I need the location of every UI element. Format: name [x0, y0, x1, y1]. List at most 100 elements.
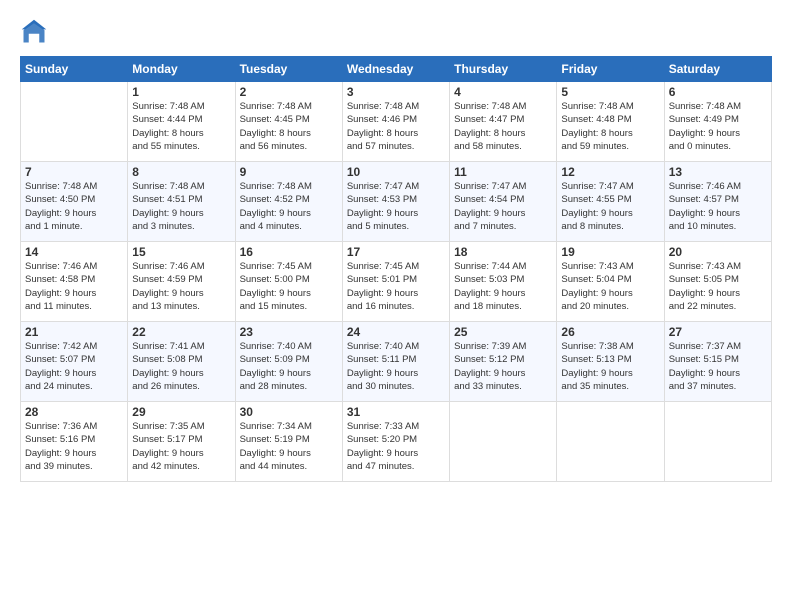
calendar-cell — [21, 82, 128, 162]
cell-content: Sunrise: 7:47 AM Sunset: 4:55 PM Dayligh… — [561, 180, 659, 233]
day-number: 3 — [347, 85, 445, 99]
calendar-cell: 1Sunrise: 7:48 AM Sunset: 4:44 PM Daylig… — [128, 82, 235, 162]
calendar-cell: 17Sunrise: 7:45 AM Sunset: 5:01 PM Dayli… — [342, 242, 449, 322]
calendar-cell: 22Sunrise: 7:41 AM Sunset: 5:08 PM Dayli… — [128, 322, 235, 402]
day-number: 21 — [25, 325, 123, 339]
calendar-header: SundayMondayTuesdayWednesdayThursdayFrid… — [21, 57, 772, 82]
week-row-4: 28Sunrise: 7:36 AM Sunset: 5:16 PM Dayli… — [21, 402, 772, 482]
calendar-cell: 27Sunrise: 7:37 AM Sunset: 5:15 PM Dayli… — [664, 322, 771, 402]
day-header-sunday: Sunday — [21, 57, 128, 82]
calendar-cell — [450, 402, 557, 482]
calendar-cell: 23Sunrise: 7:40 AM Sunset: 5:09 PM Dayli… — [235, 322, 342, 402]
cell-content: Sunrise: 7:48 AM Sunset: 4:44 PM Dayligh… — [132, 100, 230, 153]
day-number: 17 — [347, 245, 445, 259]
calendar-cell: 2Sunrise: 7:48 AM Sunset: 4:45 PM Daylig… — [235, 82, 342, 162]
calendar-cell: 31Sunrise: 7:33 AM Sunset: 5:20 PM Dayli… — [342, 402, 449, 482]
day-header-thursday: Thursday — [450, 57, 557, 82]
day-number: 7 — [25, 165, 123, 179]
day-number: 18 — [454, 245, 552, 259]
calendar-cell: 30Sunrise: 7:34 AM Sunset: 5:19 PM Dayli… — [235, 402, 342, 482]
cell-content: Sunrise: 7:40 AM Sunset: 5:11 PM Dayligh… — [347, 340, 445, 393]
cell-content: Sunrise: 7:48 AM Sunset: 4:47 PM Dayligh… — [454, 100, 552, 153]
day-number: 6 — [669, 85, 767, 99]
calendar-cell: 10Sunrise: 7:47 AM Sunset: 4:53 PM Dayli… — [342, 162, 449, 242]
day-number: 22 — [132, 325, 230, 339]
day-number: 28 — [25, 405, 123, 419]
cell-content: Sunrise: 7:43 AM Sunset: 5:04 PM Dayligh… — [561, 260, 659, 313]
day-number: 13 — [669, 165, 767, 179]
day-number: 23 — [240, 325, 338, 339]
day-header-tuesday: Tuesday — [235, 57, 342, 82]
day-number: 27 — [669, 325, 767, 339]
cell-content: Sunrise: 7:46 AM Sunset: 4:57 PM Dayligh… — [669, 180, 767, 233]
cell-content: Sunrise: 7:47 AM Sunset: 4:54 PM Dayligh… — [454, 180, 552, 233]
day-number: 26 — [561, 325, 659, 339]
calendar-cell: 5Sunrise: 7:48 AM Sunset: 4:48 PM Daylig… — [557, 82, 664, 162]
day-number: 19 — [561, 245, 659, 259]
cell-content: Sunrise: 7:43 AM Sunset: 5:05 PM Dayligh… — [669, 260, 767, 313]
calendar-cell: 28Sunrise: 7:36 AM Sunset: 5:16 PM Dayli… — [21, 402, 128, 482]
cell-content: Sunrise: 7:45 AM Sunset: 5:01 PM Dayligh… — [347, 260, 445, 313]
header-row: SundayMondayTuesdayWednesdayThursdayFrid… — [21, 57, 772, 82]
cell-content: Sunrise: 7:48 AM Sunset: 4:49 PM Dayligh… — [669, 100, 767, 153]
week-row-3: 21Sunrise: 7:42 AM Sunset: 5:07 PM Dayli… — [21, 322, 772, 402]
day-number: 9 — [240, 165, 338, 179]
day-number: 5 — [561, 85, 659, 99]
day-number: 11 — [454, 165, 552, 179]
cell-content: Sunrise: 7:36 AM Sunset: 5:16 PM Dayligh… — [25, 420, 123, 473]
calendar-cell: 24Sunrise: 7:40 AM Sunset: 5:11 PM Dayli… — [342, 322, 449, 402]
calendar-cell: 18Sunrise: 7:44 AM Sunset: 5:03 PM Dayli… — [450, 242, 557, 322]
day-number: 24 — [347, 325, 445, 339]
cell-content: Sunrise: 7:40 AM Sunset: 5:09 PM Dayligh… — [240, 340, 338, 393]
day-number: 2 — [240, 85, 338, 99]
cell-content: Sunrise: 7:48 AM Sunset: 4:46 PM Dayligh… — [347, 100, 445, 153]
day-header-monday: Monday — [128, 57, 235, 82]
week-row-2: 14Sunrise: 7:46 AM Sunset: 4:58 PM Dayli… — [21, 242, 772, 322]
page: SundayMondayTuesdayWednesdayThursdayFrid… — [0, 0, 792, 612]
cell-content: Sunrise: 7:34 AM Sunset: 5:19 PM Dayligh… — [240, 420, 338, 473]
cell-content: Sunrise: 7:48 AM Sunset: 4:45 PM Dayligh… — [240, 100, 338, 153]
calendar-cell: 11Sunrise: 7:47 AM Sunset: 4:54 PM Dayli… — [450, 162, 557, 242]
calendar-cell: 19Sunrise: 7:43 AM Sunset: 5:04 PM Dayli… — [557, 242, 664, 322]
day-number: 12 — [561, 165, 659, 179]
day-number: 14 — [25, 245, 123, 259]
calendar-cell: 25Sunrise: 7:39 AM Sunset: 5:12 PM Dayli… — [450, 322, 557, 402]
calendar-cell: 3Sunrise: 7:48 AM Sunset: 4:46 PM Daylig… — [342, 82, 449, 162]
calendar-cell: 29Sunrise: 7:35 AM Sunset: 5:17 PM Dayli… — [128, 402, 235, 482]
cell-content: Sunrise: 7:35 AM Sunset: 5:17 PM Dayligh… — [132, 420, 230, 473]
logo — [20, 18, 52, 46]
cell-content: Sunrise: 7:41 AM Sunset: 5:08 PM Dayligh… — [132, 340, 230, 393]
cell-content: Sunrise: 7:47 AM Sunset: 4:53 PM Dayligh… — [347, 180, 445, 233]
logo-icon — [20, 18, 48, 46]
cell-content: Sunrise: 7:37 AM Sunset: 5:15 PM Dayligh… — [669, 340, 767, 393]
calendar-cell: 16Sunrise: 7:45 AM Sunset: 5:00 PM Dayli… — [235, 242, 342, 322]
day-number: 1 — [132, 85, 230, 99]
calendar-cell: 20Sunrise: 7:43 AM Sunset: 5:05 PM Dayli… — [664, 242, 771, 322]
calendar-cell: 26Sunrise: 7:38 AM Sunset: 5:13 PM Dayli… — [557, 322, 664, 402]
header — [20, 18, 772, 46]
calendar-cell: 6Sunrise: 7:48 AM Sunset: 4:49 PM Daylig… — [664, 82, 771, 162]
day-number: 20 — [669, 245, 767, 259]
cell-content: Sunrise: 7:33 AM Sunset: 5:20 PM Dayligh… — [347, 420, 445, 473]
cell-content: Sunrise: 7:44 AM Sunset: 5:03 PM Dayligh… — [454, 260, 552, 313]
calendar-cell: 4Sunrise: 7:48 AM Sunset: 4:47 PM Daylig… — [450, 82, 557, 162]
calendar-cell: 9Sunrise: 7:48 AM Sunset: 4:52 PM Daylig… — [235, 162, 342, 242]
calendar-cell: 13Sunrise: 7:46 AM Sunset: 4:57 PM Dayli… — [664, 162, 771, 242]
calendar-cell: 21Sunrise: 7:42 AM Sunset: 5:07 PM Dayli… — [21, 322, 128, 402]
calendar-cell: 12Sunrise: 7:47 AM Sunset: 4:55 PM Dayli… — [557, 162, 664, 242]
cell-content: Sunrise: 7:45 AM Sunset: 5:00 PM Dayligh… — [240, 260, 338, 313]
cell-content: Sunrise: 7:42 AM Sunset: 5:07 PM Dayligh… — [25, 340, 123, 393]
day-number: 4 — [454, 85, 552, 99]
calendar-cell: 14Sunrise: 7:46 AM Sunset: 4:58 PM Dayli… — [21, 242, 128, 322]
day-header-wednesday: Wednesday — [342, 57, 449, 82]
cell-content: Sunrise: 7:48 AM Sunset: 4:52 PM Dayligh… — [240, 180, 338, 233]
calendar-body: 1Sunrise: 7:48 AM Sunset: 4:44 PM Daylig… — [21, 82, 772, 482]
cell-content: Sunrise: 7:48 AM Sunset: 4:51 PM Dayligh… — [132, 180, 230, 233]
day-number: 30 — [240, 405, 338, 419]
calendar-cell — [664, 402, 771, 482]
calendar-cell: 15Sunrise: 7:46 AM Sunset: 4:59 PM Dayli… — [128, 242, 235, 322]
cell-content: Sunrise: 7:48 AM Sunset: 4:48 PM Dayligh… — [561, 100, 659, 153]
day-header-friday: Friday — [557, 57, 664, 82]
day-number: 25 — [454, 325, 552, 339]
cell-content: Sunrise: 7:38 AM Sunset: 5:13 PM Dayligh… — [561, 340, 659, 393]
